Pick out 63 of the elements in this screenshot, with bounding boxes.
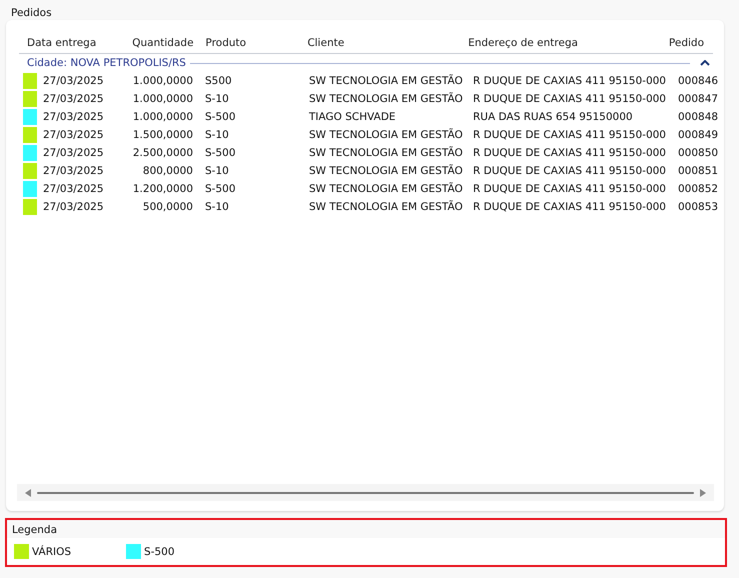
table-cell-text: R DUQUE DE CAXIAS 411 95150-000	[473, 165, 667, 177]
scroll-right-icon[interactable]	[700, 488, 706, 496]
table-cell-text: 000847	[678, 93, 720, 105]
table-cell-text: R DUQUE DE CAXIAS 411 95150-000	[473, 201, 667, 213]
legend-label: S-500	[144, 546, 175, 558]
table-cell-text: S-500	[204, 111, 236, 123]
table-cell-text: S-500	[204, 183, 236, 195]
table-cell-text: 000853	[678, 201, 720, 213]
table-cell-text: S-10	[204, 165, 230, 177]
table-cell-text: 000850	[678, 147, 720, 159]
table-cell-text: SW TECNOLOGIA EM GESTÃO	[309, 129, 464, 141]
table-cell-text: S-500	[204, 147, 236, 159]
table-cell-text: R DUQUE DE CAXIAS 411 95150-000	[473, 183, 667, 195]
table-cell-text: S-10	[204, 93, 230, 105]
table-cell-text: 500,0000	[142, 201, 193, 213]
table-cell-text: 27/03/2025	[43, 129, 105, 141]
table-cell-text: TIAGO SCHVADE	[309, 111, 397, 123]
table-cell-text: 27/03/2025	[43, 93, 105, 105]
table-cell-text: 27/03/2025	[43, 111, 105, 123]
group-label: Cidade: NOVA PETROPOLIS/RS	[27, 57, 186, 69]
table-cell-text: SW TECNOLOGIA EM GESTÃO	[309, 93, 464, 105]
table-cell-text: 000849	[678, 129, 720, 141]
scroll-left-icon[interactable]	[25, 488, 31, 496]
table-cell-text: 000851	[678, 165, 720, 177]
table-cell-text: R DUQUE DE CAXIAS 411 95150-000	[473, 75, 667, 87]
table-cell-text: S-10	[204, 129, 230, 141]
column-header[interactable]: Endereço de entrega	[468, 36, 669, 48]
column-header[interactable]: Produto	[194, 36, 308, 48]
table-cell-text: 27/03/2025	[43, 201, 105, 213]
table-cell-text: R DUQUE DE CAXIAS 411 95150-000	[473, 93, 667, 105]
table-cell-text: SW TECNOLOGIA EM GESTÃO	[309, 183, 464, 195]
table-cell-text: S500	[204, 75, 233, 87]
legend-title: Legenda	[7, 520, 725, 538]
table-cell-text: R DUQUE DE CAXIAS 411 95150-000	[473, 129, 667, 141]
table-cell-text: 800,0000	[142, 165, 193, 177]
table-cell-text: 27/03/2025	[43, 165, 105, 177]
table-cell-text: 000852	[678, 183, 720, 195]
column-header[interactable]: Cliente	[307, 36, 468, 48]
table-cell-text: 1.500,0000	[132, 129, 193, 141]
column-header[interactable]: Data entrega	[27, 36, 125, 48]
table-cell-text: RUA DAS RUAS 654 95150000	[473, 111, 634, 123]
horizontal-scrollbar[interactable]	[17, 484, 714, 501]
table-cell-text: R DUQUE DE CAXIAS 411 95150-000	[473, 147, 667, 159]
table-cell-text: 27/03/2025	[43, 147, 105, 159]
table-cell-text: 000846	[678, 75, 720, 87]
table-cell-text: 1.200,0000	[132, 183, 193, 195]
legend-label: VÁRIOS	[32, 546, 72, 558]
column-header[interactable]: Pedido	[668, 36, 713, 48]
table-cell-text: 1.000,0000	[132, 93, 193, 105]
table-cell-text: S-10	[204, 201, 230, 213]
table-cell-text: 2.500,0000	[132, 147, 193, 159]
collapse-icon[interactable]	[700, 60, 710, 66]
table-cell-text: 000848	[678, 111, 720, 123]
panel-title: Pedidos	[10, 6, 53, 20]
table-cell-text: 27/03/2025	[43, 75, 105, 87]
table-cell-text: SW TECNOLOGIA EM GESTÃO	[309, 75, 464, 87]
column-header[interactable]: Quantidade	[124, 36, 194, 48]
table-cell-text: SW TECNOLOGIA EM GESTÃO	[309, 165, 464, 177]
table-cell-text: SW TECNOLOGIA EM GESTÃO	[309, 201, 464, 213]
table-cell-text: SW TECNOLOGIA EM GESTÃO	[309, 147, 464, 159]
table-cell-text: 1.000,0000	[132, 111, 193, 123]
table-cell-text: 27/03/2025	[43, 183, 105, 195]
table-cell-text: 1.000,0000	[132, 75, 193, 87]
